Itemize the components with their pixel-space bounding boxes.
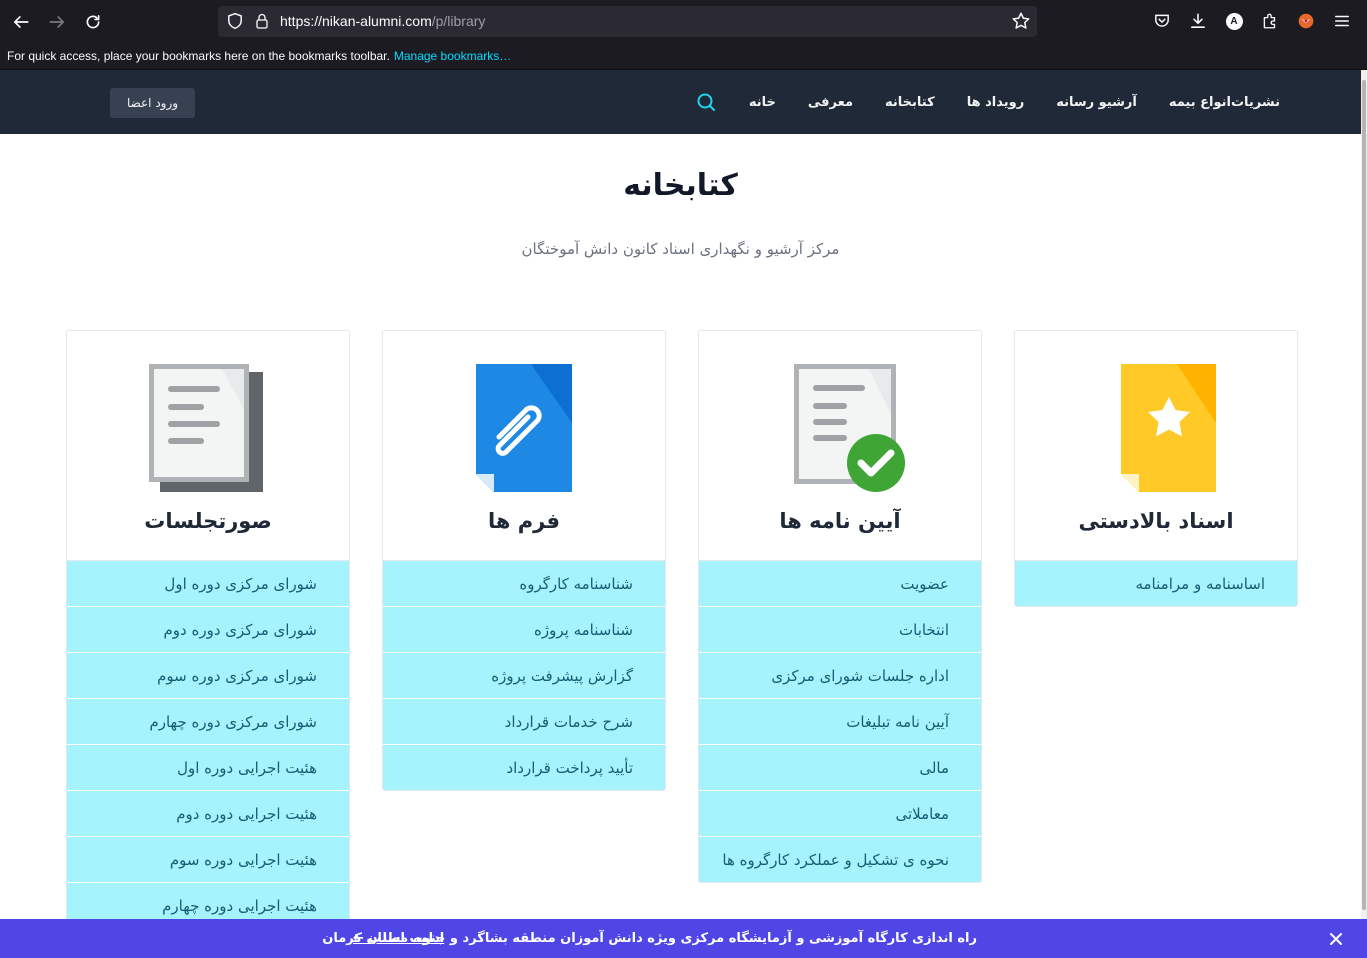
manage-bookmarks-link[interactable]: Manage bookmarks… bbox=[394, 49, 511, 63]
nav-home[interactable]: خانه bbox=[749, 95, 776, 110]
page-scrollbar[interactable] bbox=[1361, 70, 1367, 919]
fox-extension-icon bbox=[1298, 13, 1314, 29]
puzzle-icon bbox=[1263, 13, 1276, 29]
document-link[interactable]: معاملاتی bbox=[699, 791, 981, 837]
scrollbar-thumb[interactable] bbox=[1362, 80, 1366, 910]
nav-insurance[interactable]: انواع بیمه bbox=[1169, 95, 1231, 110]
page-subtitle: مرکز آرشیو و نگهداری اسناد کانون دانش آم… bbox=[521, 240, 840, 258]
document-link[interactable]: شورای مرکزی دوره اول bbox=[67, 561, 349, 607]
card-upstream-documents: اسناد بالادستی اساسنامه و مرامنامه bbox=[1014, 330, 1298, 607]
search-icon bbox=[697, 93, 715, 111]
document-link[interactable]: شرح خدمات قرارداد bbox=[383, 699, 665, 745]
page-title: کتابخانه bbox=[623, 168, 738, 203]
document-link[interactable]: شورای مرکزی دوره دوم bbox=[67, 607, 349, 653]
document-list: اساسنامه و مرامنامه bbox=[1015, 561, 1297, 606]
main-nav: خانه معرفی کتابخانه رویداد ها آرشیو رسان… bbox=[677, 70, 1280, 134]
bookmarks-toolbar: For quick access, place your bookmarks h… bbox=[0, 43, 1367, 70]
url-text[interactable]: https://nikan-alumni.com/p/library bbox=[280, 13, 485, 29]
document-link[interactable]: تأیید پرداخت قرارداد bbox=[383, 745, 665, 790]
document-link[interactable]: شناسنامه کارگروه bbox=[383, 561, 665, 607]
card-title: آیین نامه ها bbox=[779, 509, 901, 533]
reload-button[interactable] bbox=[80, 9, 106, 35]
document-link[interactable]: گزارش پیشرفت پروژه bbox=[383, 653, 665, 699]
read-more-link[interactable]: ادامه مطلب ← bbox=[353, 931, 444, 946]
download-icon bbox=[1191, 13, 1205, 28]
nav-about[interactable]: معرفی bbox=[808, 95, 853, 110]
document-list: شورای مرکزی دوره اول شورای مرکزی دوره دو… bbox=[67, 561, 349, 928]
search-button[interactable] bbox=[695, 91, 717, 113]
document-link[interactable]: آیین نامه تبلیغات bbox=[699, 699, 981, 745]
card-minutes: صورتجلسات شورای مرکزی دوره اول شورای مرک… bbox=[66, 330, 350, 929]
document-link[interactable]: هئیت اجرایی دوره دوم bbox=[67, 791, 349, 837]
lock-icon[interactable] bbox=[254, 12, 270, 30]
nav-media-archive[interactable]: آرشیو رسانه bbox=[1056, 95, 1137, 110]
browser-toolbar: https://nikan-alumni.com/p/library A bbox=[0, 0, 1367, 43]
card-forms: فرم ها شناسنامه کارگروه شناسنامه پروژه گ… bbox=[382, 330, 666, 791]
document-link[interactable]: انتخابات bbox=[699, 607, 981, 653]
card-title: اسناد بالادستی bbox=[1078, 509, 1234, 533]
hamburger-menu-icon bbox=[1335, 15, 1349, 27]
document-link[interactable]: شورای مرکزی دوره سوم bbox=[67, 653, 349, 699]
extensions-button[interactable] bbox=[1259, 10, 1281, 32]
card-header: آیین نامه ها bbox=[699, 331, 981, 561]
member-login-button[interactable]: ورود اعضا bbox=[110, 88, 195, 118]
pocket-icon bbox=[1155, 14, 1169, 27]
nav-events[interactable]: رویداد ها bbox=[967, 95, 1025, 110]
card-title: صورتجلسات bbox=[144, 509, 272, 533]
approved-document-icon bbox=[794, 364, 905, 492]
menu-button[interactable] bbox=[1331, 10, 1353, 32]
document-link[interactable]: هئیت اجرایی دوره سوم bbox=[67, 837, 349, 883]
attachment-document-icon bbox=[476, 364, 572, 492]
card-header: صورتجلسات bbox=[67, 331, 349, 561]
document-link[interactable]: اساسنامه و مرامنامه bbox=[1015, 561, 1297, 606]
forward-button[interactable] bbox=[44, 9, 70, 35]
announcement-bar: راه اندازی کارگاه آموزشی و آزمایشگاه مرک… bbox=[0, 919, 1367, 958]
bookmarks-hint: For quick access, place your bookmarks h… bbox=[7, 49, 390, 63]
star-document-icon bbox=[1121, 364, 1216, 492]
card-title: فرم ها bbox=[488, 509, 560, 533]
close-icon bbox=[1330, 933, 1342, 945]
pocket-button[interactable] bbox=[1151, 10, 1173, 32]
extension-fox-button[interactable] bbox=[1295, 10, 1317, 32]
account-avatar: A bbox=[1225, 12, 1243, 30]
document-link[interactable]: مالی bbox=[699, 745, 981, 791]
url-host: https://nikan-alumni.com bbox=[280, 13, 432, 29]
bookmark-star-icon[interactable] bbox=[1011, 11, 1031, 31]
document-link[interactable]: اداره جلسات شورای مرکزی bbox=[699, 653, 981, 699]
account-button[interactable]: A bbox=[1223, 10, 1245, 32]
card-header: فرم ها bbox=[383, 331, 665, 561]
document-link[interactable]: شناسنامه پروژه bbox=[383, 607, 665, 653]
nav-library[interactable]: کتابخانه bbox=[885, 95, 935, 110]
document-link[interactable]: هئیت اجرایی دوره اول bbox=[67, 745, 349, 791]
shield-icon[interactable] bbox=[226, 12, 244, 30]
card-header: اسناد بالادستی bbox=[1015, 331, 1297, 561]
arrow-left-icon bbox=[13, 16, 29, 28]
back-button[interactable] bbox=[8, 9, 34, 35]
arrow-right-icon bbox=[49, 16, 65, 28]
document-list: عضویت انتخابات اداره جلسات شورای مرکزی آ… bbox=[699, 561, 981, 882]
nav-publications[interactable]: نشریات bbox=[1231, 95, 1280, 110]
bookmarks-message: For quick access, place your bookmarks h… bbox=[7, 49, 511, 63]
card-regulations: آیین نامه ها عضویت انتخابات اداره جلسات … bbox=[698, 330, 982, 883]
reload-icon bbox=[86, 14, 100, 29]
site-header: ورود اعضا خانه معرفی کتابخانه رویداد ها … bbox=[0, 70, 1361, 134]
documents-stack-icon bbox=[149, 364, 263, 492]
close-announcement-button[interactable] bbox=[1323, 926, 1349, 952]
downloads-button[interactable] bbox=[1187, 10, 1209, 32]
document-link[interactable]: نحوه ی تشکیل و عملکرد کارگروه ها bbox=[699, 837, 981, 882]
document-link[interactable]: شورای مرکزی دوره چهارم bbox=[67, 699, 349, 745]
document-list: شناسنامه کارگروه شناسنامه پروژه گزارش پی… bbox=[383, 561, 665, 790]
url-bar[interactable]: https://nikan-alumni.com/p/library bbox=[218, 6, 1037, 37]
url-path: /p/library bbox=[431, 13, 486, 29]
document-link[interactable]: عضویت bbox=[699, 561, 981, 607]
